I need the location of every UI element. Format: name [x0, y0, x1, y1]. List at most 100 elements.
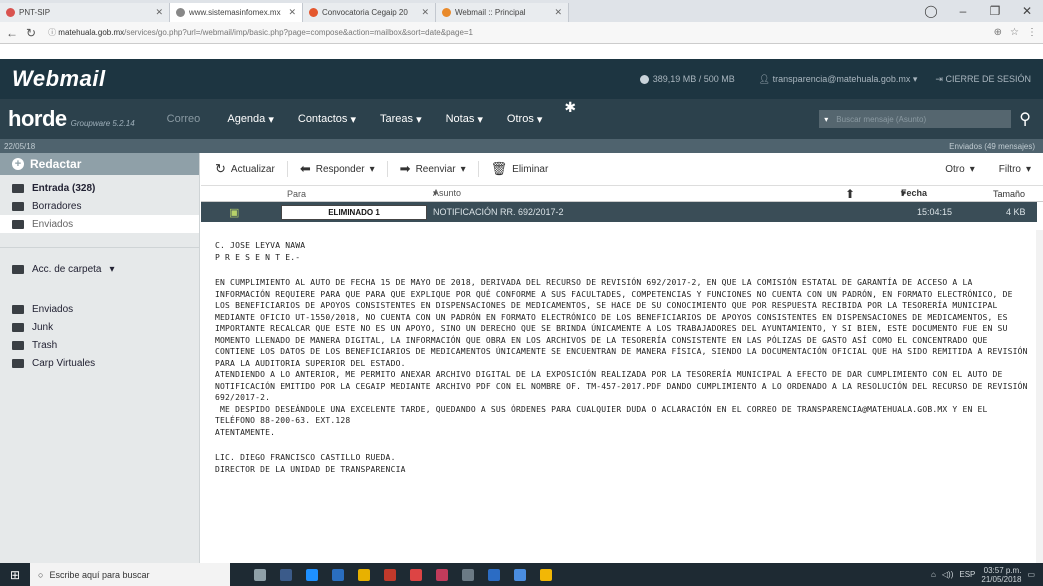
app-icon[interactable]	[384, 568, 396, 581]
column-subject-label: Asunto	[433, 188, 462, 198]
menu-contactos[interactable]: Contactos ▾	[286, 99, 368, 139]
browser-tab[interactable]: www.sistemasinfomex.mx ✕	[170, 3, 303, 22]
sort-arrow-icon[interactable]: ⬆	[845, 187, 855, 201]
status-strip: 22/05/18 Enviados (49 mensajes)	[0, 139, 1043, 153]
logout-label: CIERRE DE SESIÓN	[945, 73, 1031, 84]
message-list-header: Para Asunto ▾ ⬆ Fecha ▾ Tamaño	[201, 186, 1043, 202]
menu-notas[interactable]: Notas ▾	[434, 99, 495, 139]
horde-menubar: horde Groupware 5.2.14 Correo Agenda ▾ C…	[0, 99, 1043, 139]
menu-agenda[interactable]: Agenda ▾	[215, 99, 286, 139]
language-indicator[interactable]: ESP	[959, 570, 975, 579]
pdf-icon[interactable]	[410, 568, 422, 581]
menu-correo[interactable]: Correo	[155, 99, 216, 139]
chevron-down-icon: ▾	[109, 263, 115, 275]
close-window-icon[interactable]: ✕	[1011, 0, 1043, 22]
filter-button[interactable]: Filtro ▾	[987, 164, 1043, 175]
folder-item[interactable]: Junk	[0, 318, 199, 336]
compose-button[interactable]: + Redactar	[0, 153, 199, 175]
delete-button[interactable]: 🗑︎ Eliminar	[479, 161, 561, 177]
volume-icon[interactable]: ◁))	[942, 570, 953, 579]
refresh-button[interactable]: ↻ Actualizar	[211, 161, 288, 177]
chrome-icon[interactable]	[540, 568, 552, 581]
maximize-icon[interactable]: ❐	[979, 0, 1011, 22]
app-icon[interactable]	[462, 568, 474, 581]
message-subject: NOTIFICACIÓN RR. 692/2017-2	[433, 207, 564, 217]
recipient-redacted: ELIMINADO 1	[281, 205, 427, 220]
bookmark-star-icon[interactable]: ☆	[1010, 27, 1019, 38]
gear-icon[interactable]: ✱	[554, 99, 586, 139]
menu-otros[interactable]: Otros ▾	[495, 99, 554, 139]
taskbar-search[interactable]: ○ Escribe aquí para buscar	[30, 563, 230, 586]
task-view-icon[interactable]	[280, 568, 292, 581]
close-icon[interactable]: ✕	[282, 7, 296, 18]
folder-drafts[interactable]: Borradores	[0, 197, 199, 215]
signature: LIC. DIEGO FRANCISCO CASTILLO RUEDA. DIR…	[215, 453, 406, 474]
other-button[interactable]: Otro ▾	[933, 164, 986, 175]
pie-chart-icon	[639, 74, 649, 84]
explorer-icon[interactable]	[358, 568, 370, 581]
tab-label: PNT-SIP	[19, 8, 51, 17]
url-host: matehuala.gob.mx	[58, 28, 125, 37]
app-icon[interactable]	[514, 568, 526, 581]
logout-icon: ⇥	[935, 73, 946, 84]
screen: PNT-SIP ✕ www.sistemasinfomex.mx ✕ Convoca…	[0, 0, 1043, 586]
menu-label: Agenda	[227, 113, 266, 125]
column-date[interactable]: Fecha ▾	[901, 188, 927, 199]
tab-favicon-icon	[442, 8, 451, 17]
folder-actions-section: Acc. de carpeta ▾	[0, 247, 199, 278]
menu-tareas[interactable]: Tareas ▾	[368, 99, 434, 139]
browser-menu-icon[interactable]: ⋮	[1027, 27, 1037, 38]
search-dropdown-icon[interactable]: ▾	[824, 115, 828, 124]
edge-icon[interactable]	[306, 568, 318, 581]
message-size: 4 KB	[1006, 207, 1026, 217]
folder-item[interactable]: Carp Virtuales	[0, 354, 199, 372]
notifications-icon[interactable]: ▭	[1027, 570, 1035, 579]
user-icon: 👤︎	[758, 73, 773, 84]
minimize-icon[interactable]: –	[947, 0, 979, 22]
url-field[interactable]: ⓘ matehuala.gob.mx/services/go.php?url=/…	[44, 25, 986, 41]
message-date: 15:04:15	[917, 207, 953, 217]
browser-tab-active[interactable]: Webmail :: Principal ✕	[436, 3, 569, 22]
app-icon[interactable]	[488, 568, 500, 581]
address-bar: ← ↻ ⓘ matehuala.gob.mx/services/go.php?u…	[0, 22, 1043, 44]
back-icon[interactable]: ←	[6, 26, 18, 40]
folder-item[interactable]: Trash	[0, 336, 199, 354]
zoom-icon[interactable]: ⊕	[994, 27, 1002, 38]
folder-label: Carp Virtuales	[32, 357, 96, 369]
search-icon[interactable]: ⚲	[1019, 109, 1031, 129]
clock[interactable]: 03:57 p.m. 21/05/2018	[981, 566, 1021, 584]
reload-icon[interactable]: ↻	[26, 26, 36, 40]
delete-label: Eliminar	[512, 163, 549, 175]
window-controls: ◯ – ❐ ✕	[915, 0, 1043, 22]
microphone-icon[interactable]	[254, 568, 266, 581]
store-icon[interactable]	[332, 568, 344, 581]
user-menu[interactable]: 👤︎ transparencia@matehuala.gob.mx ▾	[759, 74, 918, 85]
browser-tab[interactable]: Convocatoria Cegaip 20 ✕	[303, 3, 436, 22]
folder-sent[interactable]: Enviados	[0, 215, 199, 233]
folder-actions-button[interactable]: Acc. de carpeta ▾	[0, 260, 199, 278]
message-body: C. JOSE LEYVA NAWA P R E S E N T E.- EN …	[215, 240, 1030, 562]
network-icon[interactable]: ⌂	[931, 570, 936, 579]
close-icon[interactable]: ✕	[149, 7, 163, 18]
app-icon[interactable]	[436, 568, 448, 581]
folder-item[interactable]: Enviados	[0, 300, 199, 318]
table-row[interactable]: ▣ ELIMINADO 1 NOTIFICACIÓN RR. 692/2017-…	[201, 202, 1037, 222]
close-icon[interactable]: ✕	[548, 7, 562, 18]
folder-label: Borradores	[32, 200, 82, 212]
column-subject[interactable]: Asunto ▾	[433, 188, 461, 199]
column-to[interactable]: Para	[287, 189, 306, 199]
folder-info: Enviados (49 mensajes)	[949, 141, 1035, 151]
close-icon[interactable]: ✕	[415, 7, 429, 18]
forward-button[interactable]: ➡ Reenviar ▾	[388, 161, 479, 177]
trash-icon: 🗑︎	[490, 161, 508, 176]
main-menu: Correo Agenda ▾ Contactos ▾ Tareas ▾ Not…	[155, 99, 586, 139]
folder-inbox[interactable]: Entrada (328)	[0, 179, 199, 197]
profile-icon[interactable]: ◯	[915, 0, 947, 22]
logout-button[interactable]: ⇥ CIERRE DE SESIÓN	[935, 74, 1031, 85]
reply-button[interactable]: ⬅ Responder ▾	[288, 161, 388, 177]
browser-tab[interactable]: PNT-SIP ✕	[0, 3, 170, 22]
message-scrollbar[interactable]	[1036, 230, 1043, 563]
windows-start-icon[interactable]: ⊞	[0, 563, 30, 586]
column-size[interactable]: Tamaño	[993, 189, 1025, 199]
search-input[interactable]: ▾ Buscar mensaje (Asunto)	[819, 110, 1012, 128]
